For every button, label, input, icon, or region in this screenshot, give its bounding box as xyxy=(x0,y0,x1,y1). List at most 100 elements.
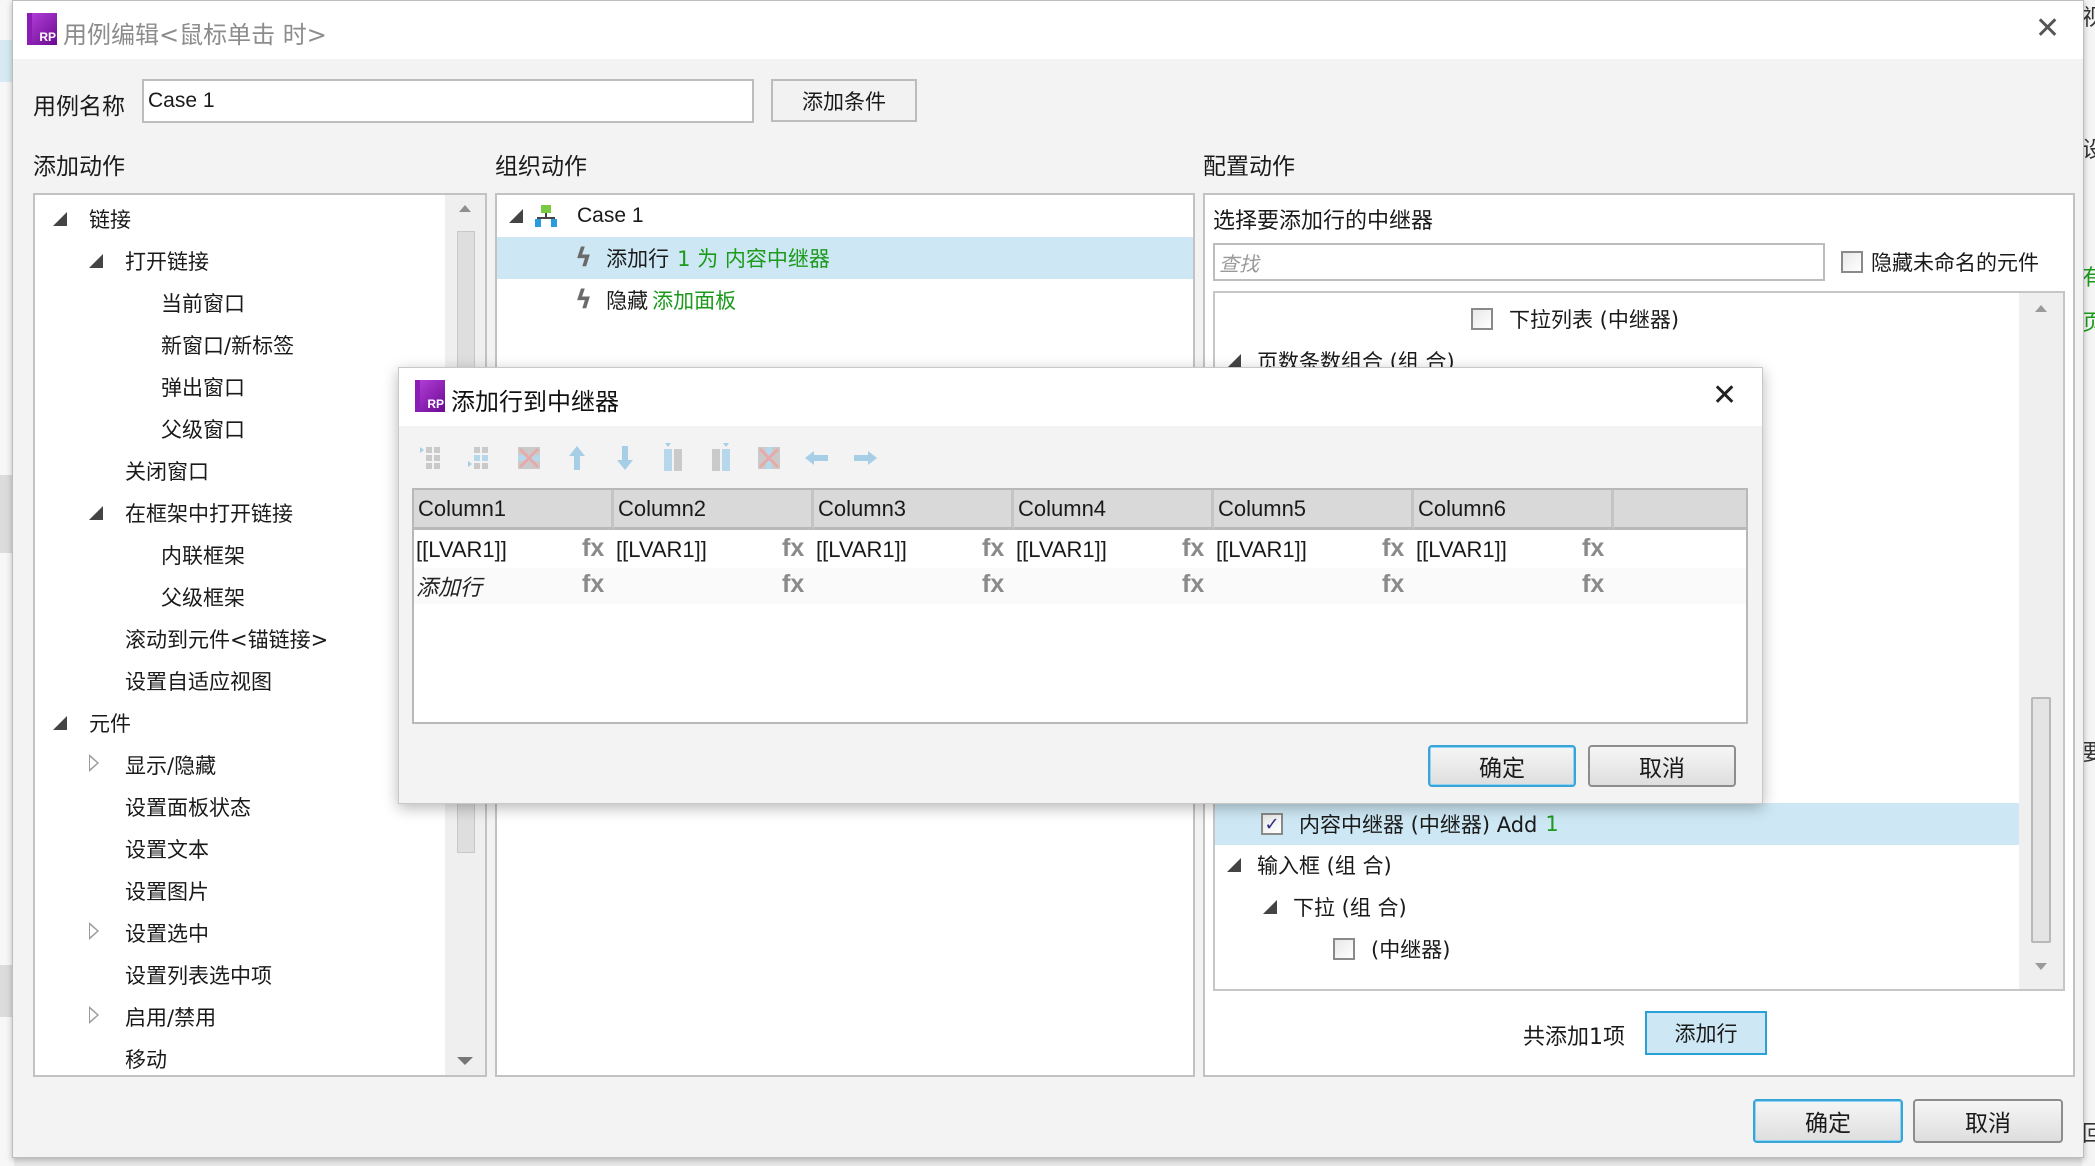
fx-icon[interactable]: fx xyxy=(1382,534,1404,563)
grid-cell[interactable]: [[LVAR1]] xyxy=(416,532,507,568)
action-tree-item[interactable]: 关闭窗口 xyxy=(35,451,209,491)
expand-open-icon[interactable] xyxy=(53,212,67,226)
action-tree-item[interactable]: 打开链接 xyxy=(35,241,209,281)
fx-icon[interactable]: fx xyxy=(582,570,604,599)
action-tree-item[interactable]: 内联框架 xyxy=(35,535,245,575)
action-tree-item[interactable]: 设置自适应视图 xyxy=(35,661,272,701)
modal-titlebar[interactable]: RP 添加行到中继器 ✕ xyxy=(399,368,1762,426)
action-row[interactable]: ϟ 隐藏 添加面板 xyxy=(497,279,1193,321)
expand-closed-icon[interactable] xyxy=(89,922,99,940)
action-tree-item[interactable]: 弹出窗口 xyxy=(35,367,245,407)
fx-icon[interactable]: fx xyxy=(582,534,604,563)
action-tree-item[interactable]: 新窗口/新标签 xyxy=(35,325,294,365)
fx-icon[interactable]: fx xyxy=(782,534,804,563)
action-tree-item[interactable]: 设置选中 xyxy=(35,913,209,953)
action-tree-item[interactable]: 显示/隐藏 xyxy=(35,745,216,785)
scroll-down-icon[interactable] xyxy=(2035,963,2047,970)
case-name-label: 用例名称 xyxy=(33,94,125,120)
action-tree-item[interactable]: 滚动到元件<锚链接> xyxy=(35,619,328,659)
group-item[interactable]: 下拉 (组 合) xyxy=(1263,887,1407,927)
fx-icon[interactable]: fx xyxy=(1382,570,1404,599)
add-condition-button[interactable]: 添加条件 xyxy=(771,79,917,122)
grid-cell[interactable]: [[LVAR1]] xyxy=(1216,532,1307,568)
expand-open-icon[interactable] xyxy=(89,254,103,268)
expand-open-icon[interactable] xyxy=(53,716,67,730)
column-header[interactable]: Column3 xyxy=(814,490,1014,530)
expand-open-icon[interactable] xyxy=(1227,354,1241,368)
action-tree-item[interactable]: 设置列表选中项 xyxy=(35,955,272,995)
insert-column-right-icon[interactable] xyxy=(706,443,736,473)
scroll-down-icon[interactable] xyxy=(457,1057,473,1065)
case-row[interactable]: Case 1 xyxy=(497,195,1193,237)
fx-icon[interactable]: fx xyxy=(982,570,1004,599)
repeater-checkbox[interactable] xyxy=(1333,938,1355,960)
repeater-item-selected[interactable]: ✓ 内容中继器 (中继器) Add 1 xyxy=(1215,803,2019,845)
modal-ok-button[interactable]: 确定 xyxy=(1428,745,1576,787)
modal-cancel-button[interactable]: 取消 xyxy=(1588,745,1736,787)
expand-closed-icon[interactable] xyxy=(89,1006,99,1024)
grid-cell[interactable]: [[LVAR1]] xyxy=(816,532,907,568)
delete-column-icon[interactable] xyxy=(754,443,784,473)
column-header[interactable]: Column6 xyxy=(1414,490,1614,530)
delete-row-icon[interactable] xyxy=(514,443,544,473)
dialog-titlebar[interactable]: RP 用例编辑<鼠标单击 时> ✕ xyxy=(13,1,2083,59)
hide-unnamed-toggle[interactable]: 隐藏未命名的元件 xyxy=(1841,247,2039,277)
ok-button[interactable]: 确定 xyxy=(1753,1099,1903,1143)
repeater-checkbox[interactable] xyxy=(1471,308,1493,330)
grid-cell[interactable]: [[LVAR1]] xyxy=(616,532,707,568)
action-tree-item[interactable]: 移动 xyxy=(35,1039,167,1079)
action-tree-item[interactable]: 在框架中打开链接 xyxy=(35,493,293,533)
fx-icon[interactable]: fx xyxy=(982,534,1004,563)
column-header[interactable]: Column5 xyxy=(1214,490,1414,530)
add-row-placeholder-row[interactable] xyxy=(414,568,1746,604)
action-tree-item[interactable]: 元件 xyxy=(35,703,131,743)
fx-icon[interactable]: fx xyxy=(1182,570,1204,599)
cancel-button[interactable]: 取消 xyxy=(1913,1099,2063,1143)
fx-icon[interactable]: fx xyxy=(1582,534,1604,563)
move-down-icon[interactable] xyxy=(610,443,640,473)
action-tree-item[interactable]: 当前窗口 xyxy=(35,283,245,323)
expand-open-icon[interactable] xyxy=(1227,858,1241,872)
add-row-placeholder[interactable]: 添加行 xyxy=(416,568,482,604)
column-header[interactable]: Column4 xyxy=(1014,490,1214,530)
column-header[interactable]: Column2 xyxy=(614,490,814,530)
scrollbar-thumb[interactable] xyxy=(2031,697,2051,943)
insert-row-below-icon[interactable] xyxy=(466,443,496,473)
action-tree-item[interactable]: 父级框架 xyxy=(35,577,245,617)
move-up-icon[interactable] xyxy=(562,443,592,473)
expand-closed-icon[interactable] xyxy=(89,754,99,772)
expand-open-icon[interactable] xyxy=(1263,900,1277,914)
repeater-item[interactable]: (中继器) xyxy=(1333,929,1450,969)
grid-cell[interactable]: [[LVAR1]] xyxy=(1416,532,1507,568)
case-name-input[interactable]: Case 1 xyxy=(142,79,754,123)
action-tree-item[interactable]: 设置面板状态 xyxy=(35,787,251,827)
hide-unnamed-checkbox[interactable] xyxy=(1841,251,1863,273)
expand-open-icon[interactable] xyxy=(89,506,103,520)
action-tree-item[interactable]: 启用/禁用 xyxy=(35,997,216,1037)
grid-cell[interactable]: [[LVAR1]] xyxy=(1016,532,1107,568)
action-tree-item[interactable]: 设置图片 xyxy=(35,871,209,911)
repeater-checkbox-checked[interactable]: ✓ xyxy=(1261,813,1283,835)
action-tree-item[interactable]: 设置文本 xyxy=(35,829,209,869)
move-left-icon[interactable] xyxy=(802,443,832,473)
insert-column-left-icon[interactable] xyxy=(658,443,688,473)
modal-close-icon[interactable]: ✕ xyxy=(1712,381,1737,411)
scroll-up-icon[interactable] xyxy=(2035,305,2047,312)
vertical-scrollbar[interactable] xyxy=(2019,293,2063,989)
search-input[interactable]: 查找 xyxy=(1213,243,1825,281)
fx-icon[interactable]: fx xyxy=(782,570,804,599)
insert-row-above-icon[interactable] xyxy=(418,443,448,473)
expand-open-icon[interactable] xyxy=(509,209,523,223)
add-row-button[interactable]: 添加行 xyxy=(1645,1011,1767,1055)
action-row[interactable]: ϟ 添加行 1 为 内容中继器 xyxy=(497,237,1193,279)
fx-icon[interactable]: fx xyxy=(1582,570,1604,599)
fx-icon[interactable]: fx xyxy=(1182,534,1204,563)
group-item[interactable]: 输入框 (组 合) xyxy=(1227,845,1392,885)
move-right-icon[interactable] xyxy=(850,443,880,473)
action-tree-item[interactable]: 链接 xyxy=(35,199,131,239)
column-header[interactable]: Column1 xyxy=(414,490,614,530)
scroll-up-icon[interactable] xyxy=(459,205,471,212)
repeater-item[interactable]: 下拉列表 (中继器) xyxy=(1471,299,1679,339)
close-icon[interactable]: ✕ xyxy=(2035,14,2060,44)
action-tree-item[interactable]: 父级窗口 xyxy=(35,409,245,449)
